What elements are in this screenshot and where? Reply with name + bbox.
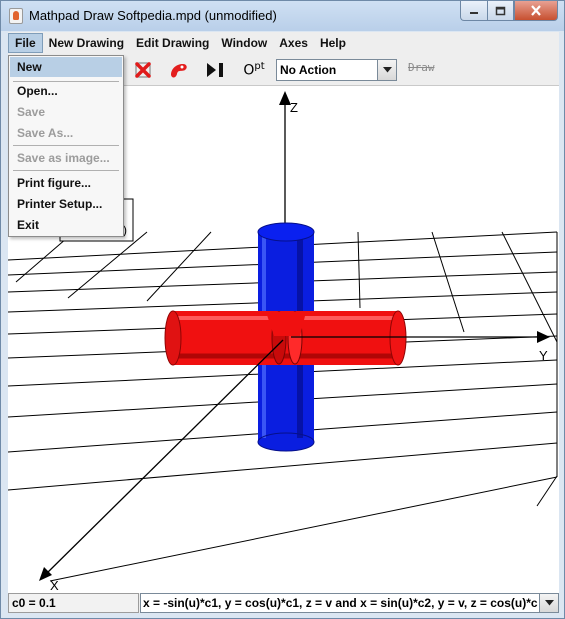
options-button[interactable]: Opt	[240, 58, 268, 82]
chevron-down-icon	[544, 600, 554, 606]
action-select-arrow[interactable]	[377, 60, 396, 80]
menu-new-drawing[interactable]: New Drawing	[43, 33, 130, 53]
step-forward-icon	[207, 63, 223, 77]
menu-separator	[13, 170, 119, 171]
menu-separator	[13, 145, 119, 146]
close-button[interactable]	[514, 1, 558, 21]
pen-icon	[171, 64, 187, 78]
chevron-down-icon	[382, 67, 392, 73]
file-menu-save-as-image: Save as image...	[17, 151, 110, 165]
menu-edit-drawing[interactable]: Edit Drawing	[130, 33, 215, 53]
close-icon	[531, 5, 541, 16]
file-menu-save-as: Save As...	[17, 126, 74, 140]
grid-line	[501, 231, 558, 343]
delete-button[interactable]	[130, 58, 156, 82]
app-window: Mathpad Draw Softpedia.mpd (unmodified) …	[0, 0, 565, 619]
minimize-button[interactable]	[460, 1, 487, 21]
menu-window[interactable]: Window	[215, 33, 273, 53]
action-select-value: No Action	[280, 63, 337, 77]
draw-button[interactable]: Draw	[408, 61, 435, 74]
file-menu-save: Save	[17, 105, 46, 119]
action-select[interactable]: No Action	[276, 59, 397, 81]
maximize-icon	[495, 6, 506, 15]
menu-file[interactable]: File	[8, 33, 43, 53]
menu-bar: File New Drawing Edit Drawing Window Axe…	[8, 32, 559, 54]
minimize-icon	[470, 11, 478, 14]
equation-select-arrow[interactable]	[539, 594, 558, 612]
file-menu-exit[interactable]: Exit	[10, 215, 122, 235]
file-menu-open[interactable]: Open...	[10, 81, 122, 101]
file-menu-new[interactable]: New	[10, 57, 122, 77]
red-cylinder	[164, 310, 407, 366]
status-bar: c0 = 0.1 x = -sin(u)*c1, y = cos(u)*c1, …	[8, 593, 559, 613]
delete-icon	[135, 62, 151, 78]
menu-help[interactable]: Help	[314, 33, 352, 53]
app-icon[interactable]	[9, 8, 23, 24]
x-axis-label: X	[50, 578, 59, 593]
z-axis-label: Z	[290, 100, 298, 115]
file-menu-popup: New Open... Save Save As... Save as imag…	[8, 55, 124, 237]
parameter-readout: c0 = 0.1	[8, 593, 139, 613]
equation-select-value: x = -sin(u)*c1, y = cos(u)*c1, z = v and…	[143, 596, 538, 610]
grid-line	[49, 476, 558, 582]
menu-axes[interactable]: Axes	[273, 33, 314, 53]
file-menu-print-figure[interactable]: Print figure...	[10, 173, 122, 193]
grid-line	[431, 231, 465, 333]
maximize-button[interactable]	[487, 1, 514, 21]
window-title: Mathpad Draw Softpedia.mpd (unmodified)	[29, 8, 277, 23]
title-bar[interactable]: Mathpad Draw Softpedia.mpd (unmodified)	[1, 1, 564, 31]
y-axis-label: Y	[539, 348, 548, 363]
grid-line	[357, 231, 361, 309]
file-menu-printer-setup[interactable]: Printer Setup...	[10, 194, 122, 214]
window-controls	[460, 1, 558, 21]
equation-select[interactable]: x = -sin(u)*c1, y = cos(u)*c1, z = v and…	[140, 593, 559, 613]
x-axis	[39, 339, 284, 581]
pen-button[interactable]	[166, 58, 192, 82]
options-label: Opt	[243, 61, 265, 79]
step-forward-button[interactable]	[202, 58, 228, 82]
